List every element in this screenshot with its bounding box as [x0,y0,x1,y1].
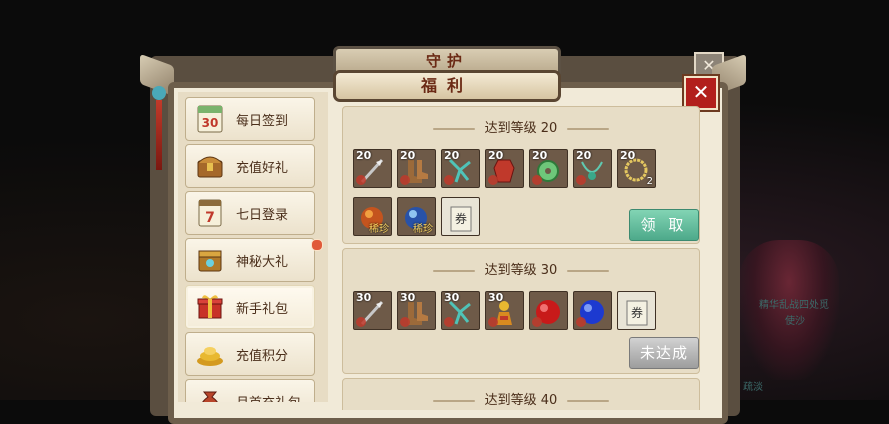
reward-item[interactable]: 20 [353,149,392,188]
item-level: 30 [444,291,460,304]
gold-pile-icon [197,347,223,366]
header-ornament [432,127,475,130]
card-header: 达到等级 20 [343,117,699,136]
header-ornament [567,269,610,272]
item-level: 20 [400,149,416,162]
sidebar-item-label: 充值积分 [236,349,289,364]
reward-item[interactable]: 30 [353,291,392,330]
scroll-icon: 券 [626,300,648,326]
item-level: 20 [356,149,372,162]
bound-seal [488,175,498,185]
item-tag: 稀珍 [413,224,433,235]
bound-seal [444,317,454,327]
item-level: 20 [488,149,504,162]
reward-item[interactable]: 30 [441,291,480,330]
item-count: 2 [646,176,653,187]
sidebar-item-label: 神秘大礼 [236,255,289,270]
treasure-chest-icon [197,156,223,178]
bound-seal [400,317,410,327]
reward-item[interactable]: 20 [573,149,612,188]
bound-seal [532,317,542,327]
svg-text:券: 券 [631,305,643,320]
reward-item[interactable]: 30 [397,291,436,330]
bound-seal [356,175,366,185]
sidebar-item-label: 新手礼包 [236,302,289,317]
reward-item[interactable]: 券 [441,197,480,236]
reward-item[interactable]: 30 [485,291,524,330]
bound-seal [356,317,366,327]
sidebar-item-recharge-gift[interactable]: 充值好礼 [185,144,315,188]
sidebar-item-label: 七日登录 [236,208,289,223]
reward-item[interactable] [573,291,612,330]
bound-seal [444,175,454,185]
reward-item[interactable]: 20 [485,149,524,188]
money-bag-icon [202,391,218,402]
bound-seal [532,175,542,185]
sidebar-item-label: 每日签到 [236,114,289,129]
item-level: 30 [356,291,372,304]
mystery-box-icon [198,250,222,272]
item-level: 30 [400,291,416,304]
window-title: 福利 [333,70,561,102]
calendar-30-icon: 30 [197,105,223,133]
reward-item[interactable]: 20 [529,149,568,188]
not-reached-button[interactable]: 未达成 [629,337,699,369]
background-chat-line: 使沙 [785,316,805,327]
svg-text:7: 7 [205,210,215,226]
reward-item[interactable]: 20 [441,149,480,188]
sidebar: 30 每日签到 充值好礼 7 七日登录 神秘大礼 新手礼包 充值积分 [178,92,328,402]
svg-text:30: 30 [202,116,219,130]
bound-seal [576,317,586,327]
reward-item[interactable]: 券 [617,291,656,330]
bound-seal [576,175,586,185]
background-chat-line: 疏淡 [743,382,763,393]
card-title: 达到等级 40 [484,393,558,408]
sidebar-item-mystery-gift[interactable]: 神秘大礼 [185,238,323,282]
scroll-icon: 券 [450,206,472,232]
header-ornament [567,127,610,130]
sidebar-item-monthly-first-recharge[interactable]: 月首充礼包 [185,379,315,402]
sidebar-item-seven-day-login[interactable]: 7 七日登录 [185,191,315,235]
gift-box-icon [197,295,223,319]
sidebar-item-daily-signin[interactable]: 30 每日签到 [185,97,315,141]
reward-card-level-40: 达到等级 40 [342,378,700,410]
card-title: 达到等级 30 [484,263,558,278]
header-ornament [432,269,475,272]
card-header: 达到等级 40 [343,389,699,408]
sidebar-item-label: 月首充礼包 [236,392,301,402]
card-title: 达到等级 20 [484,121,558,136]
item-level: 20 [444,149,460,162]
claim-button[interactable]: 领 取 [629,209,699,241]
reward-item[interactable]: 稀珍 [397,197,436,236]
reward-item[interactable]: 20 [397,149,436,188]
bound-seal [488,317,498,327]
reward-item[interactable] [529,291,568,330]
reward-list[interactable]: 达到等级 20 20 20 20 20 20 20 20 2 稀珍 稀珍 券 领… [336,100,706,410]
item-tag: 稀珍 [369,224,389,235]
bound-seal [400,175,410,185]
sidebar-item-recharge-points[interactable]: 充值积分 [185,332,315,376]
svg-text:券: 券 [455,211,467,226]
sidebar-item-label: 充值好礼 [236,161,289,176]
background-chat-line: 精华乱战四处觅 [759,300,829,311]
tassel-ornament [152,86,166,176]
item-level: 20 [620,149,636,162]
reward-card-level-30: 达到等级 30 30 30 30 30 券 未达成 [342,248,700,374]
sidebar-item-newbie-pack[interactable]: 新手礼包 [185,285,315,329]
item-level: 20 [532,149,548,162]
reward-item[interactable]: 20 2 [617,149,656,188]
calendar-7-icon: 7 [198,199,222,227]
item-level: 30 [488,291,504,304]
notification-badge [311,239,323,251]
item-level: 20 [576,149,592,162]
card-header: 达到等级 30 [343,259,699,278]
reward-card-level-20: 达到等级 20 20 20 20 20 20 20 20 2 稀珍 稀珍 券 领… [342,106,700,244]
reward-item[interactable]: 稀珍 [353,197,392,236]
